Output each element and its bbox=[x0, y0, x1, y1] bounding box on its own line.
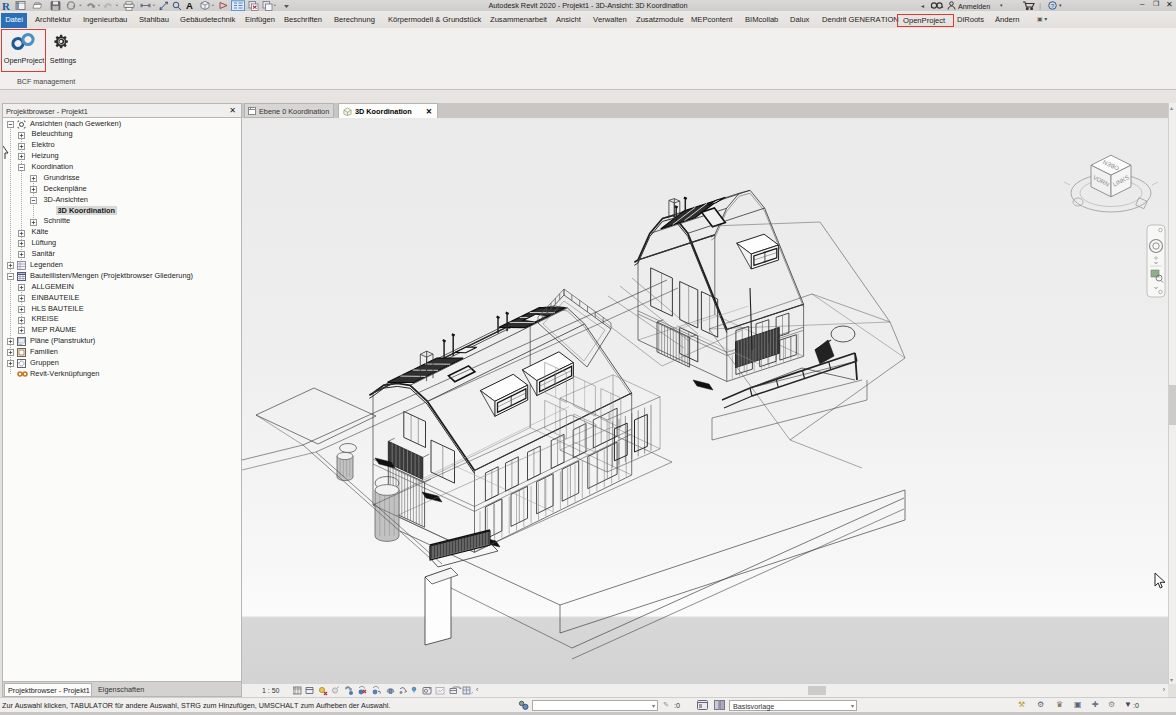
svg-text:?: ? bbox=[1051, 3, 1055, 9]
